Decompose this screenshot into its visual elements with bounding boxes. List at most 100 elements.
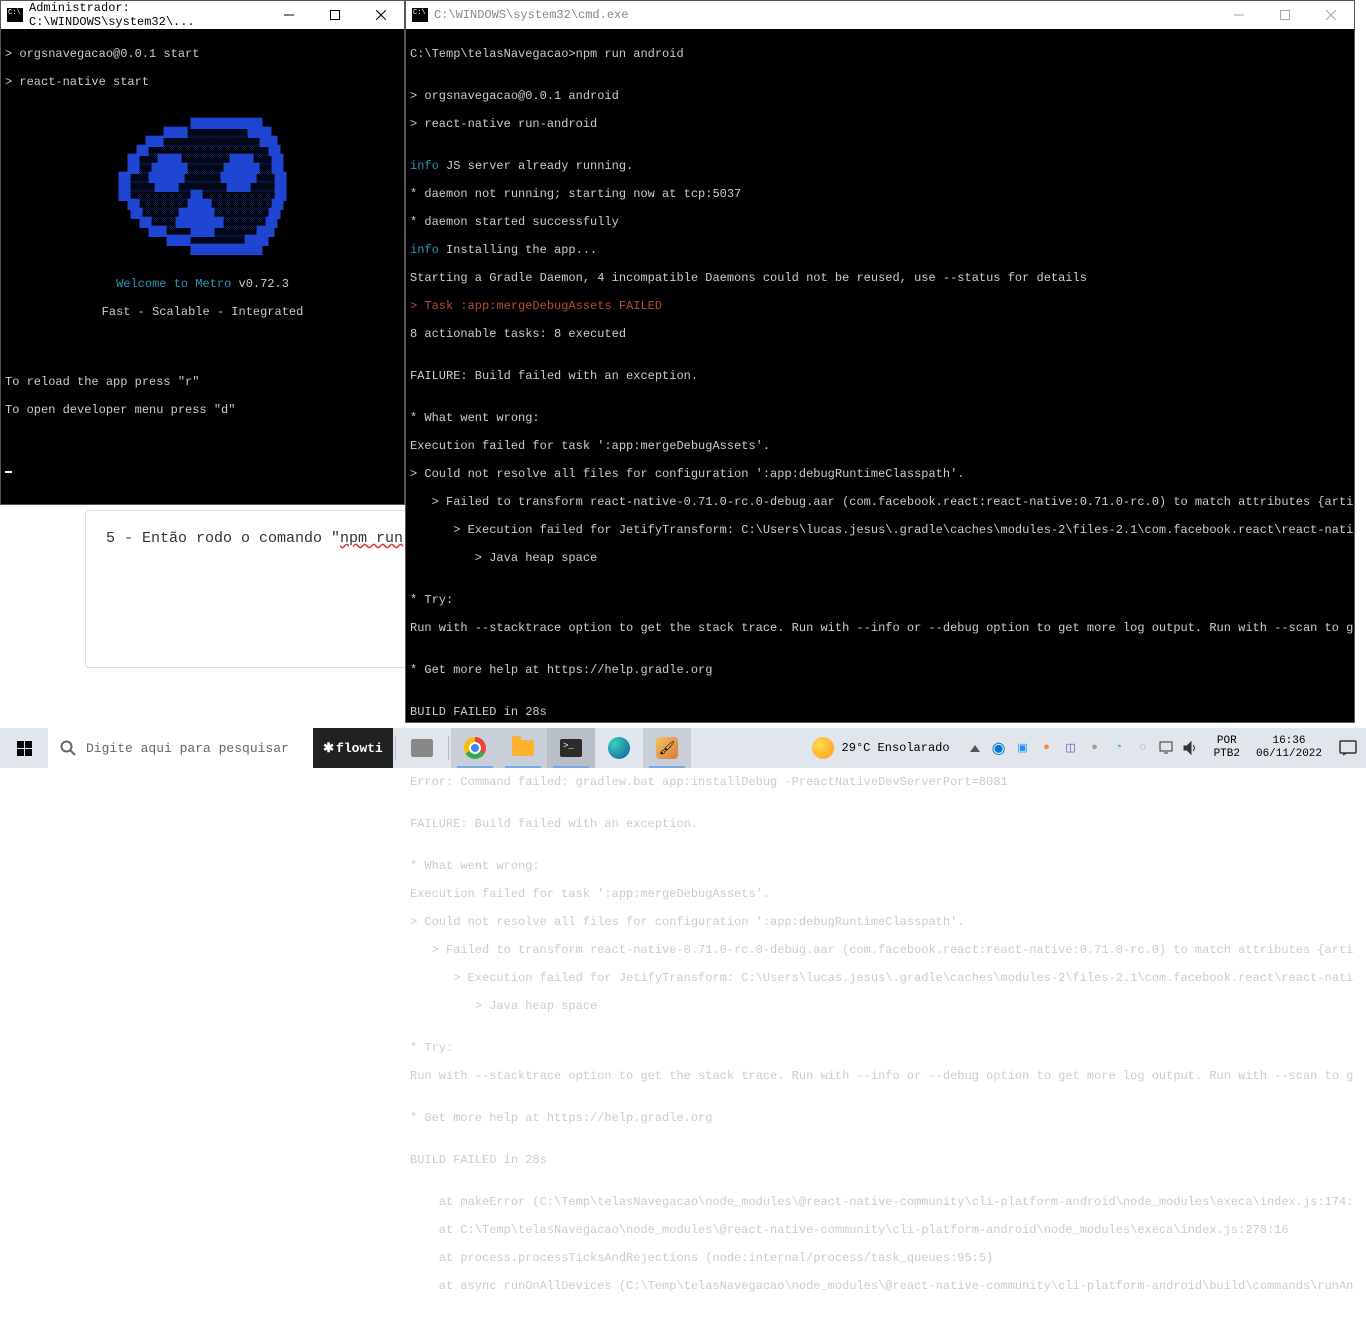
line: Starting a Gradle Daemon, 4 incompatible… (410, 271, 1350, 285)
tray-overflow[interactable] (964, 737, 986, 759)
line: Execution failed for task ':app:mergeDeb… (410, 439, 1350, 453)
windows-icon (17, 741, 32, 756)
cmd-pin[interactable] (547, 728, 595, 768)
start-button[interactable] (0, 728, 48, 768)
chrome-icon (464, 737, 486, 759)
tray-icon[interactable]: ● (1084, 737, 1106, 759)
line: Error: Command failed: gradlew.bat app:i… (410, 775, 1350, 789)
line: > Could not resolve all files for config… (410, 467, 1350, 481)
cmd-icon (412, 8, 428, 22)
maximize-button[interactable] (312, 1, 358, 29)
line: * Get more help at https://help.gradle.o… (410, 663, 1350, 677)
line: > Java heap space (410, 551, 1350, 565)
line: * Get more help at https://help.gradle.o… (410, 1111, 1350, 1125)
folder-icon (512, 740, 534, 756)
line: BUILD FAILED in 28s (410, 1153, 1350, 1167)
doc-text: 5 - Então rodo o comando " (106, 530, 340, 547)
close-button[interactable] (358, 1, 404, 29)
line: > Execution failed for JetifyTransform: … (410, 971, 1350, 985)
paint-icon (656, 737, 678, 759)
line: Run with --stacktrace option to get the … (410, 1069, 1350, 1083)
terminal-content[interactable]: > orgsnavegacao@0.0.1 start > react-nati… (1, 29, 404, 491)
titlebar[interactable]: Administrador: C:\WINDOWS\system32\... (1, 1, 404, 29)
date: 06/11/2022 (1256, 748, 1322, 761)
line: > react-native run-android (410, 117, 1350, 131)
volume-icon[interactable] (1180, 737, 1202, 759)
chevron-up-icon (970, 745, 980, 752)
line: To open developer menu press "d" (5, 403, 400, 417)
line: > Could not resolve all files for config… (410, 915, 1350, 929)
time: 16:36 (1256, 735, 1322, 748)
edge-icon (608, 737, 630, 759)
search-box[interactable]: Digite aqui para pesquisar (48, 728, 313, 768)
line: * Try: (410, 1041, 1350, 1055)
taskview-icon (411, 739, 433, 757)
line: 8 actionable tasks: 8 executed (410, 327, 1350, 341)
line: FAILURE: Build failed with an exception. (410, 369, 1350, 383)
line: at process.processTicksAndRejections (no… (410, 1251, 1350, 1265)
tray-icon[interactable]: ◔ (1108, 737, 1130, 759)
line: at async runOnAllDevices (C:\Temp\telasN… (410, 1279, 1350, 1293)
cmd-icon (7, 8, 23, 22)
edge-pin[interactable] (595, 728, 643, 768)
terminal-window-metro[interactable]: Administrador: C:\WINDOWS\system32\... >… (0, 0, 405, 505)
doc-text: npm run (340, 530, 403, 547)
weather-text: 29°C Ensolarado (842, 741, 950, 755)
tray-icon[interactable]: ● (1036, 737, 1058, 759)
notification-button[interactable] (1330, 740, 1366, 756)
taskbar: Digite aqui para pesquisar flowti 29°C E… (0, 728, 1366, 768)
window-title: Administrador: C:\WINDOWS\system32\... (29, 1, 266, 29)
terminal-window-android[interactable]: C:\WINDOWS\system32\cmd.exe C:\Temp\tela… (405, 0, 1355, 723)
line: at makeError (C:\Temp\telasNavegacao\nod… (410, 1195, 1350, 1209)
line: * What went wrong: (410, 411, 1350, 425)
metro-logo: ████████████ ████░░░░░░░░░░████ ███░░░░░… (5, 111, 400, 255)
line: > Failed to transform react-native-0.71.… (410, 943, 1350, 957)
welcome-line: Welcome to Metro v0.72.3 (5, 277, 400, 291)
minimize-button[interactable] (1216, 1, 1262, 29)
line: > Execution failed for JetifyTransform: … (410, 523, 1350, 537)
weather-widget[interactable]: 29°C Ensolarado (802, 737, 960, 759)
titlebar[interactable]: C:\WINDOWS\system32\cmd.exe (406, 1, 1354, 29)
search-icon (60, 740, 76, 756)
cmd-icon (560, 739, 582, 757)
line: * Try: (410, 593, 1350, 607)
terminal-content[interactable]: C:\Temp\telasNavegacao>npm run android >… (406, 29, 1354, 1325)
line: BUILD FAILED in 28s (410, 705, 1350, 719)
line: To reload the app press "r" (5, 375, 400, 389)
close-button[interactable] (1308, 1, 1354, 29)
line: FAILURE: Build failed with an exception. (410, 817, 1350, 831)
line: > Failed to transform react-native-0.71.… (410, 495, 1350, 509)
lang-indicator[interactable]: POR PTB2 (1206, 735, 1248, 761)
line: info Installing the app... (410, 243, 1350, 257)
line: at C:\Temp\telasNavegacao\node_modules\@… (410, 1223, 1350, 1237)
line: * daemon started successfully (410, 215, 1350, 229)
minimize-button[interactable] (266, 1, 312, 29)
paint-pin[interactable] (643, 728, 691, 768)
window-title: C:\WINDOWS\system32\cmd.exe (434, 8, 1216, 22)
maximize-button[interactable] (1262, 1, 1308, 29)
line: > Java heap space (410, 999, 1350, 1013)
line: * What went wrong: (410, 859, 1350, 873)
security-icon[interactable]: ◉ (988, 737, 1010, 759)
line: C:\Temp\telasNavegacao>npm run android (410, 47, 1350, 61)
line: * daemon not running; starting now at tc… (410, 187, 1350, 201)
flowti-pin[interactable]: flowti (313, 728, 393, 768)
clock[interactable]: 16:36 06/11/2022 (1248, 735, 1330, 761)
separator (448, 736, 449, 760)
explorer-pin[interactable] (499, 728, 547, 768)
line: > react-native start (5, 75, 400, 89)
tray-icon[interactable]: ◌ (1132, 737, 1154, 759)
tray-icon[interactable]: ▣ (1012, 737, 1034, 759)
sun-icon (812, 737, 834, 759)
line: > Task :app:mergeDebugAssets FAILED (410, 299, 1350, 313)
chrome-pin[interactable] (451, 728, 499, 768)
network-icon[interactable] (1156, 737, 1178, 759)
line: info JS server already running. (410, 159, 1350, 173)
tagline: Fast - Scalable - Integrated (5, 305, 400, 319)
task-view-button[interactable] (398, 728, 446, 768)
separator (395, 736, 396, 760)
tray-icon[interactable]: ◫ (1060, 737, 1082, 759)
system-tray: ◉ ▣ ● ◫ ● ◔ ◌ (960, 737, 1206, 759)
line: > orgsnavegacao@0.0.1 start (5, 47, 400, 61)
cursor (5, 471, 12, 473)
